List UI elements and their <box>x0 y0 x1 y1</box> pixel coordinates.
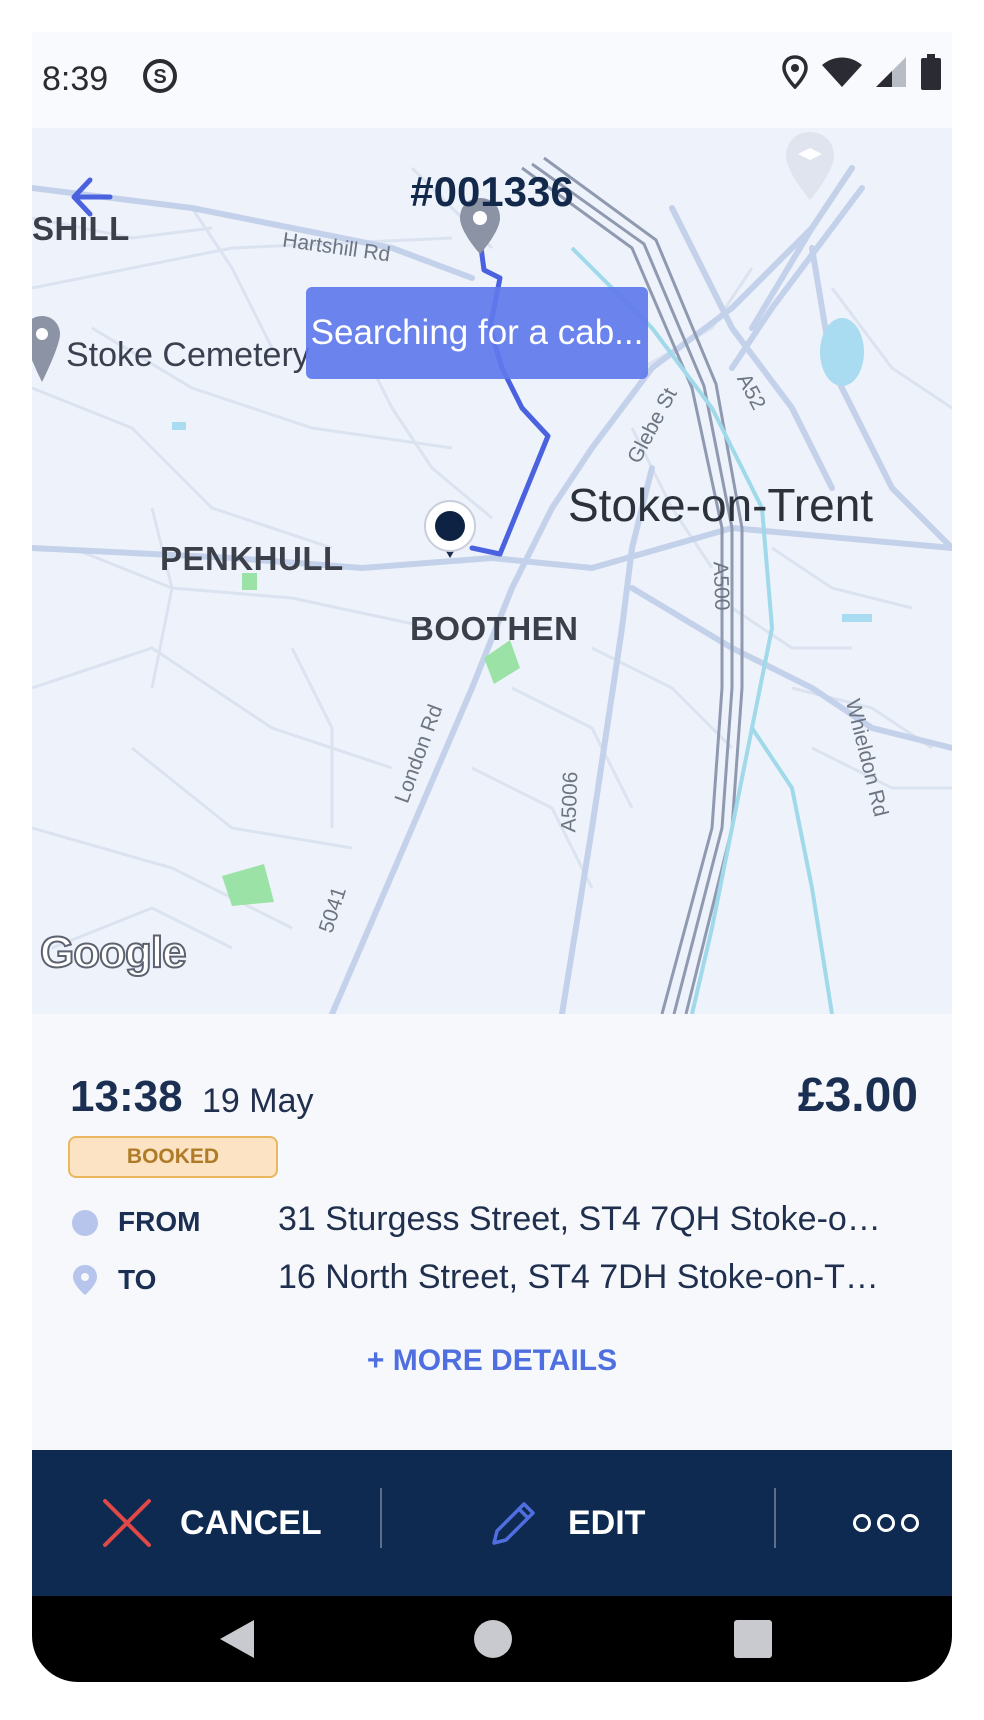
pickup-date: 19 May <box>202 1082 314 1120</box>
status-time: 8:39 <box>42 60 109 98</box>
battery-icon <box>921 54 941 90</box>
order-number: #001336 <box>410 168 574 215</box>
s-app-icon: S <box>143 59 177 93</box>
from-label: FROM <box>118 1206 201 1237</box>
action-divider <box>774 1488 776 1548</box>
more-details-link[interactable]: + MORE DETAILS <box>32 1344 952 1378</box>
map-label-stoke-cemetery: Stoke Cemetery <box>66 336 310 374</box>
booking-details-panel: 13:38 19 May £3.00 BOOKED FROM 31 Sturge… <box>32 1014 952 1450</box>
to-address: 16 North Street, ST4 7DH Stoke-on-T… <box>278 1258 879 1296</box>
map-label-stoke-on-trent: Stoke-on-Trent <box>568 479 874 531</box>
pickup-location-marker-icon <box>424 500 476 558</box>
close-icon <box>103 1499 151 1547</box>
dropoff-pin-icon <box>73 1265 97 1295</box>
route-to-row: TO 16 North Street, ST4 7DH Stoke-on-T… <box>32 1250 952 1310</box>
nav-back-icon[interactable] <box>214 1616 260 1662</box>
action-bar: CANCEL EDIT <box>32 1450 952 1596</box>
to-label: TO <box>118 1264 157 1295</box>
wifi-icon <box>822 57 862 87</box>
edit-label: EDIT <box>568 1503 646 1542</box>
route-from-row: FROM 31 Sturgess Street, ST4 7QH Stoke-o… <box>32 1192 952 1252</box>
pickup-dot-icon <box>72 1210 98 1236</box>
google-logo: Google <box>39 927 188 978</box>
map-label-penkhull: PENKHULL <box>160 540 344 577</box>
more-options-icon[interactable] <box>850 1506 922 1540</box>
from-address: 31 Sturgess Street, ST4 7QH Stoke-o… <box>278 1200 881 1238</box>
signal-icon <box>876 57 906 87</box>
map-label-a5006: A5006 <box>557 771 583 833</box>
system-nav-bar <box>32 1596 952 1682</box>
nav-home-icon[interactable] <box>470 1616 516 1662</box>
nav-recents-icon[interactable] <box>730 1616 776 1662</box>
action-divider <box>380 1488 382 1548</box>
map-view[interactable]: SHILL Hartshill Rd Stoke Cemetery Glebe … <box>32 128 952 1014</box>
status-icons <box>782 54 942 90</box>
edit-button[interactable]: EDIT <box>488 1450 645 1596</box>
searching-status-banner: Searching for a cab... <box>306 287 648 379</box>
cancel-label: CANCEL <box>180 1503 322 1542</box>
svg-text:S: S <box>153 66 166 88</box>
fare-amount: £3.00 <box>797 1069 918 1122</box>
cemetery-pin-icon <box>32 316 60 382</box>
map-label-a500: A500 <box>708 561 734 611</box>
location-icon <box>782 55 808 89</box>
status-badge: BOOKED <box>68 1136 278 1178</box>
pencil-icon <box>492 1502 535 1545</box>
pickup-time: 13:38 <box>70 1072 183 1121</box>
map-label-boothen: BOOTHEN <box>410 610 579 647</box>
status-bar: 8:39 S <box>32 32 952 128</box>
cancel-button[interactable]: CANCEL <box>102 1450 322 1596</box>
phone-screen: 8:39 S SHILL Hartshill Rd Stoke Cemetery… <box>32 32 952 1682</box>
